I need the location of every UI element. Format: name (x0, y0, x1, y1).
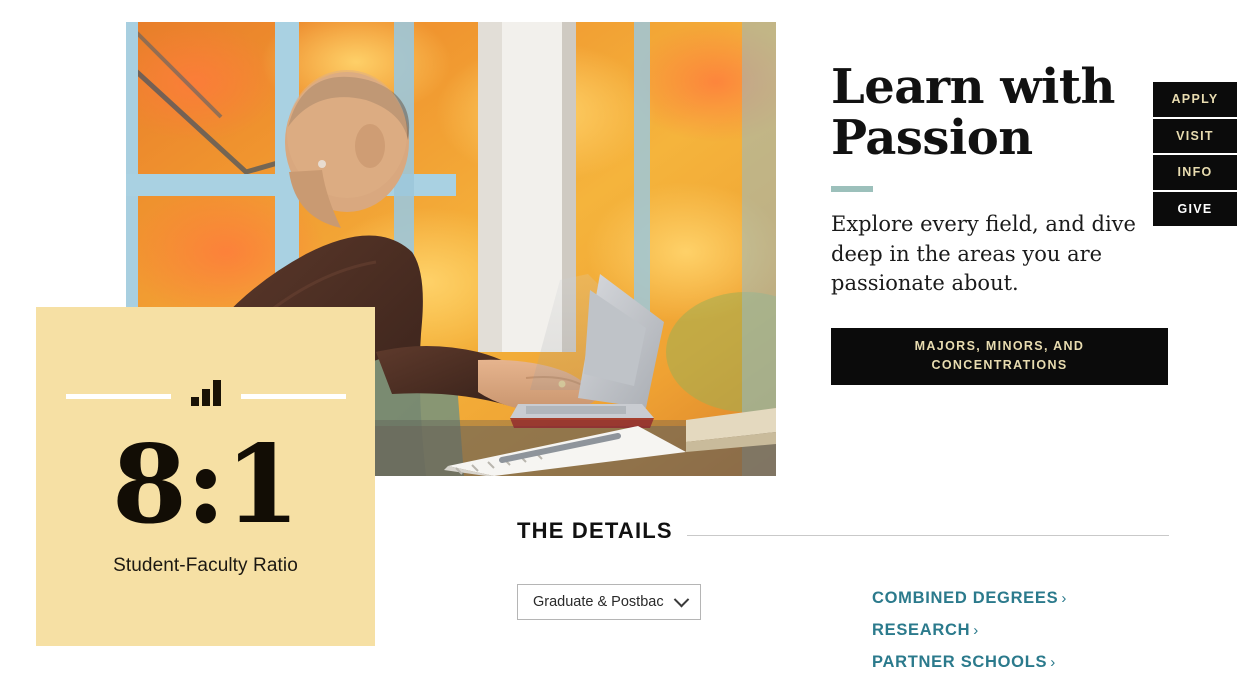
majors-minors-concentrations-button[interactable]: MAJORS, MINORS, AND CONCENTRATIONS (831, 328, 1168, 385)
hero-title: Learn with Passion (831, 62, 1171, 164)
page-root: APPLY VISIT INFO GIVE Learn with Passion… (0, 0, 1242, 700)
details-title: THE DETAILS (517, 518, 673, 543)
detail-link-partner-schools-label: PARTNER SCHOOLS (872, 653, 1048, 672)
hero-title-line-1: Learn with (831, 59, 1115, 115)
program-level-select-value: Graduate & Postbac (533, 594, 664, 610)
hero-body-text: Explore every field, and dive deep in th… (831, 211, 1136, 296)
details-divider (686, 534, 1169, 536)
stat-label: Student-Faculty Ratio (113, 555, 298, 576)
stat-icon-row (65, 380, 346, 406)
details-links-column: COMBINED DEGREES › RESEARCH › PARTNER SCHO… (872, 584, 1169, 682)
details-section: THE DETAILS Graduate & Postbac COMBINED … (517, 518, 1169, 682)
stat-rule-right (240, 394, 346, 399)
chevron-down-icon (673, 591, 689, 607)
program-level-select[interactable]: Graduate & Postbac (517, 584, 701, 620)
detail-link-research[interactable]: RESEARCH › (872, 618, 1087, 643)
chevron-right-icon: › (1050, 654, 1056, 672)
chevron-right-icon: › (1061, 590, 1068, 607)
stat-value: 8:1 (111, 422, 300, 548)
chevron-right-icon: › (973, 622, 979, 640)
hero-accent-rule (831, 185, 873, 192)
detail-link-combined-degrees-label: COMBINED DEGREES (872, 589, 1059, 607)
hero-title-line-2: Passion (831, 109, 1033, 166)
stat-card: 8:1 Student-Faculty Ratio (36, 307, 375, 646)
detail-link-research-label: RESEARCH (872, 621, 971, 640)
detail-link-partner-schools[interactable]: PARTNER SCHOOLS › (872, 650, 1087, 675)
detail-link-combined-degrees[interactable]: COMBINED DEGREES › (872, 586, 1087, 611)
details-body: Graduate & Postbac COMBINED DEGREES › RES… (517, 584, 1169, 682)
details-filter-column: Graduate & Postbac (517, 584, 872, 682)
details-header: THE DETAILS (517, 518, 1169, 544)
bar-chart-icon (190, 380, 221, 406)
stat-rule-left (65, 394, 171, 399)
hero-text-block: Learn with Passion Explore every field, … (831, 62, 1171, 299)
